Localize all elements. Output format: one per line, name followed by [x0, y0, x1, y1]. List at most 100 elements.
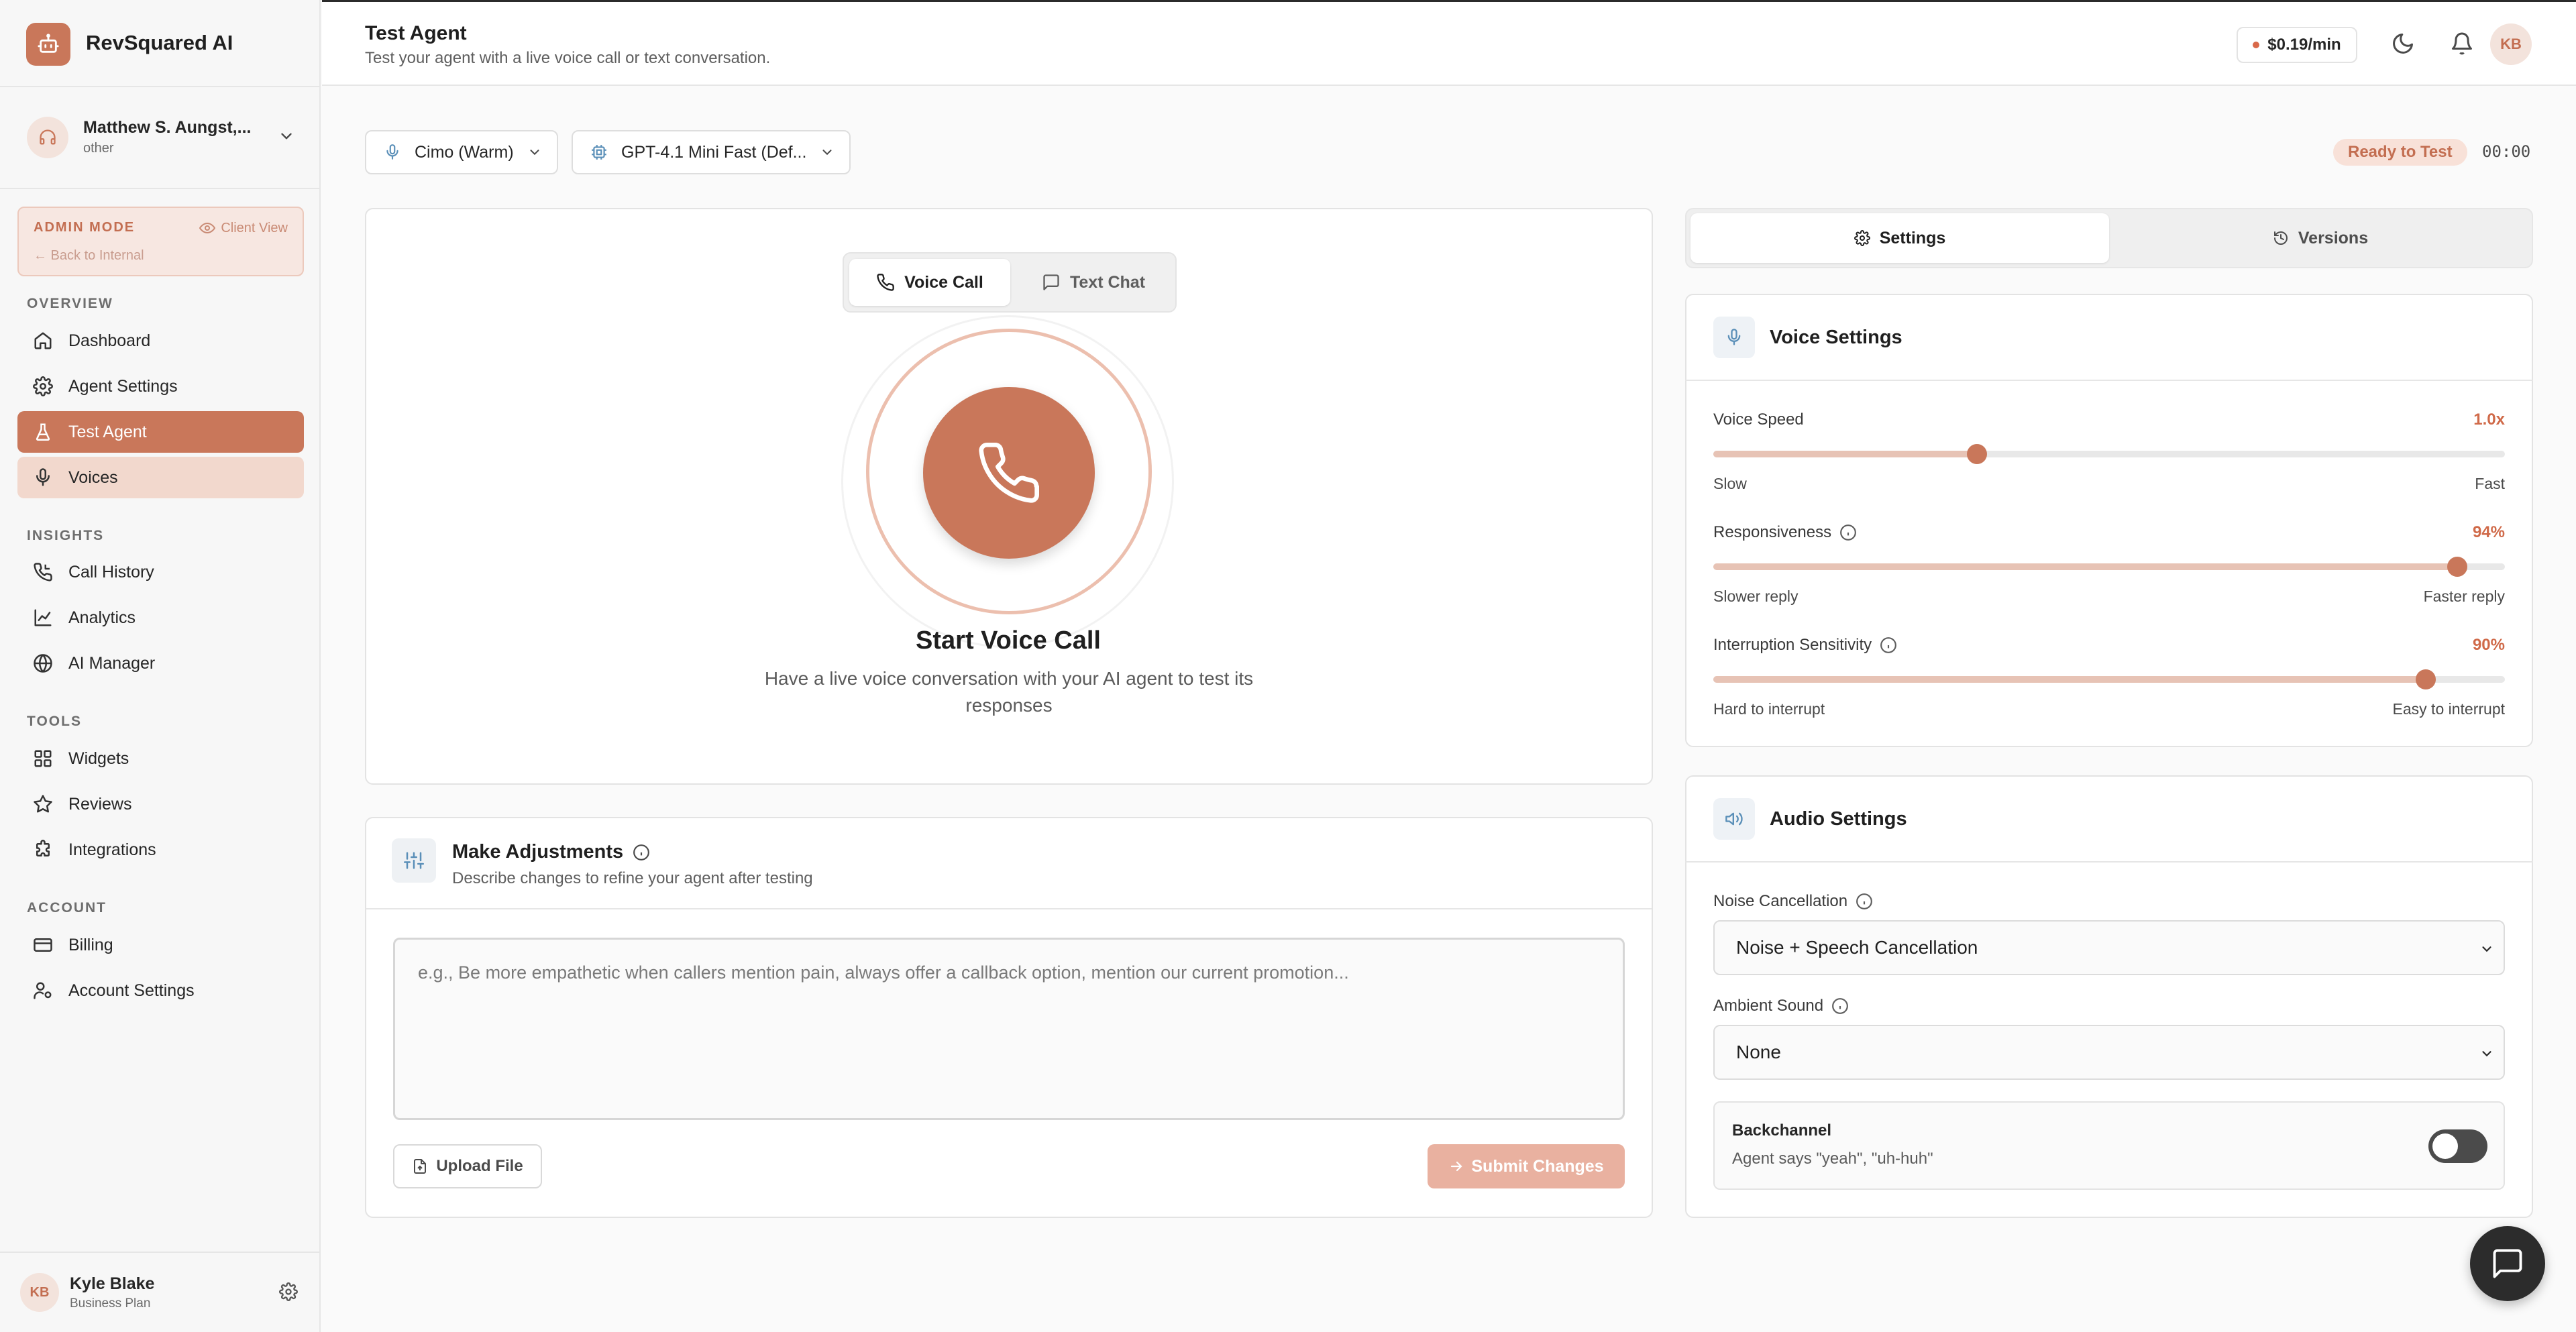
- sidebar-item-test-agent[interactable]: Test Agent: [17, 411, 304, 453]
- interruption-min: Hard to interrupt: [1713, 700, 1825, 718]
- page-title: Test Agent: [365, 22, 467, 44]
- slider-fill: [1713, 563, 2458, 570]
- noise-cancellation-select[interactable]: Noise + Speech Cancellation: [1713, 920, 2505, 975]
- sidebar-item-voices[interactable]: Voices: [17, 457, 304, 498]
- submit-changes-label: Submit Changes: [1471, 1156, 1604, 1176]
- sidebar-item-integrations[interactable]: Integrations: [17, 829, 304, 871]
- arrow-right-icon: [1448, 1158, 1464, 1174]
- sidebar-item-analytics[interactable]: Analytics: [17, 597, 304, 639]
- info-icon[interactable]: [1839, 524, 1857, 541]
- sidebar-item-agent-settings[interactable]: Agent Settings: [17, 366, 304, 407]
- back-to-internal-link[interactable]: ← Back to Internal: [34, 248, 144, 264]
- info-icon[interactable]: [1831, 997, 1849, 1015]
- grid-icon: [32, 748, 54, 769]
- responsiveness-value: 94%: [2472, 523, 2505, 541]
- model-select-value: GPT-4.1 Mini Fast (Def...: [621, 142, 807, 162]
- phone-icon: [876, 273, 895, 292]
- price-label: $0.19/min: [2267, 36, 2341, 54]
- account-switcher[interactable]: Matthew S. Aungst,... other: [27, 113, 295, 162]
- sliders-icon: [392, 838, 436, 883]
- eye-icon: [199, 220, 216, 236]
- slider-thumb[interactable]: [2416, 669, 2436, 689]
- microphone-icon: [1713, 317, 1755, 358]
- responsiveness-label-text: Responsiveness: [1713, 523, 1832, 541]
- model-select[interactable]: GPT-4.1 Mini Fast (Def...: [572, 130, 851, 174]
- sidebar-item-billing[interactable]: Billing: [17, 924, 304, 966]
- upload-file-button[interactable]: Upload File: [393, 1144, 542, 1188]
- account-name: Matthew S. Aungst,...: [83, 118, 252, 137]
- responsiveness-slider[interactable]: [1713, 557, 2505, 577]
- client-view-link[interactable]: Client View: [199, 220, 288, 236]
- noise-cancellation-value: Noise + Speech Cancellation: [1736, 937, 1978, 958]
- sidebar-item-account-settings[interactable]: Account Settings: [17, 970, 304, 1011]
- info-icon[interactable]: [633, 844, 650, 861]
- ambient-sound-select[interactable]: None: [1713, 1025, 2505, 1080]
- slider-fill: [1713, 451, 1977, 457]
- voice-select-value: Cimo (Warm): [415, 142, 514, 162]
- sidebar-item-dashboard[interactable]: Dashboard: [17, 320, 304, 362]
- top-header: Test Agent Test your agent with a live v…: [322, 0, 2576, 86]
- sidebar-item-label: Analytics: [68, 608, 136, 627]
- start-call-button[interactable]: [923, 387, 1095, 559]
- tab-settings[interactable]: Settings: [1690, 213, 2109, 263]
- moon-icon[interactable]: [2391, 32, 2415, 56]
- tab-voice-call[interactable]: Voice Call: [849, 259, 1010, 306]
- backchannel-title: Backchannel: [1732, 1121, 1832, 1140]
- info-icon[interactable]: [1880, 636, 1897, 654]
- responsiveness-min: Slower reply: [1713, 588, 1799, 605]
- divider: [1685, 380, 2533, 381]
- message-square-icon: [2490, 1246, 2525, 1281]
- slider-thumb[interactable]: [2447, 557, 2468, 577]
- gear-icon: [1854, 230, 1870, 246]
- interruption-slider[interactable]: [1713, 669, 2505, 689]
- sidebar-item-label: Dashboard: [68, 331, 151, 350]
- account-type: other: [83, 141, 114, 156]
- bell-icon[interactable]: [2450, 32, 2474, 56]
- user-cog-icon: [32, 980, 54, 1001]
- robot-icon[interactable]: [26, 23, 70, 66]
- message-square-icon: [1042, 273, 1061, 292]
- gear-icon[interactable]: [279, 1282, 298, 1301]
- voice-select[interactable]: Cimo (Warm): [365, 130, 558, 174]
- voice-speed-label: Voice Speed: [1713, 410, 1804, 429]
- star-icon: [32, 793, 54, 815]
- divider: [1685, 861, 2533, 863]
- adjustments-input[interactable]: [393, 938, 1625, 1120]
- responsiveness-max: Faster reply: [2423, 588, 2505, 605]
- voice-speed-min: Slow: [1713, 475, 1747, 492]
- sidebar-item-label: Widgets: [68, 748, 129, 768]
- sidebar-item-widgets[interactable]: Widgets: [17, 738, 304, 779]
- submit-changes-button[interactable]: Submit Changes: [1428, 1144, 1625, 1188]
- voice-settings-title: Voice Settings: [1770, 327, 1902, 348]
- tab-text-chat[interactable]: Text Chat: [1016, 259, 1171, 306]
- avatar[interactable]: KB: [20, 1273, 59, 1312]
- toggle-knob: [2432, 1133, 2458, 1159]
- sidebar-item-ai-manager[interactable]: AI Manager: [17, 643, 304, 684]
- backchannel-toggle[interactable]: [2428, 1129, 2487, 1163]
- ambient-sound-label: Ambient Sound: [1713, 997, 1849, 1015]
- section-label-account: ACCOUNT: [27, 900, 107, 915]
- info-icon[interactable]: [1856, 893, 1873, 910]
- tab-versions[interactable]: Versions: [2113, 213, 2528, 263]
- noise-cancellation-label-text: Noise Cancellation: [1713, 892, 1848, 910]
- divider: [366, 908, 1652, 909]
- admin-mode-label: ADMIN MODE: [34, 220, 136, 235]
- responsiveness-label: Responsiveness: [1713, 523, 1857, 542]
- voice-speed-slider[interactable]: [1713, 444, 2505, 464]
- sidebar: RevSquared AI Matthew S. Aungst,... othe…: [0, 0, 321, 1332]
- sidebar-item-call-history[interactable]: Call History: [17, 551, 304, 593]
- chat-support-button[interactable]: [2470, 1226, 2545, 1301]
- sidebar-item-reviews[interactable]: Reviews: [17, 783, 304, 825]
- interruption-label: Interruption Sensitivity: [1713, 636, 1897, 655]
- avatar[interactable]: KB: [2490, 23, 2532, 65]
- slider-thumb[interactable]: [1966, 444, 1987, 464]
- sidebar-item-label: Agent Settings: [68, 376, 178, 396]
- chevron-down-icon: [2479, 942, 2494, 956]
- settings-tabs: Settings Versions: [1685, 208, 2533, 268]
- microphone-icon: [384, 144, 401, 161]
- tab-label: Voice Call: [904, 272, 983, 292]
- call-title: Start Voice Call: [916, 626, 1101, 655]
- sidebar-item-label: AI Manager: [68, 653, 156, 673]
- tab-label: Text Chat: [1069, 272, 1146, 292]
- tab-label: Settings: [1879, 228, 1946, 247]
